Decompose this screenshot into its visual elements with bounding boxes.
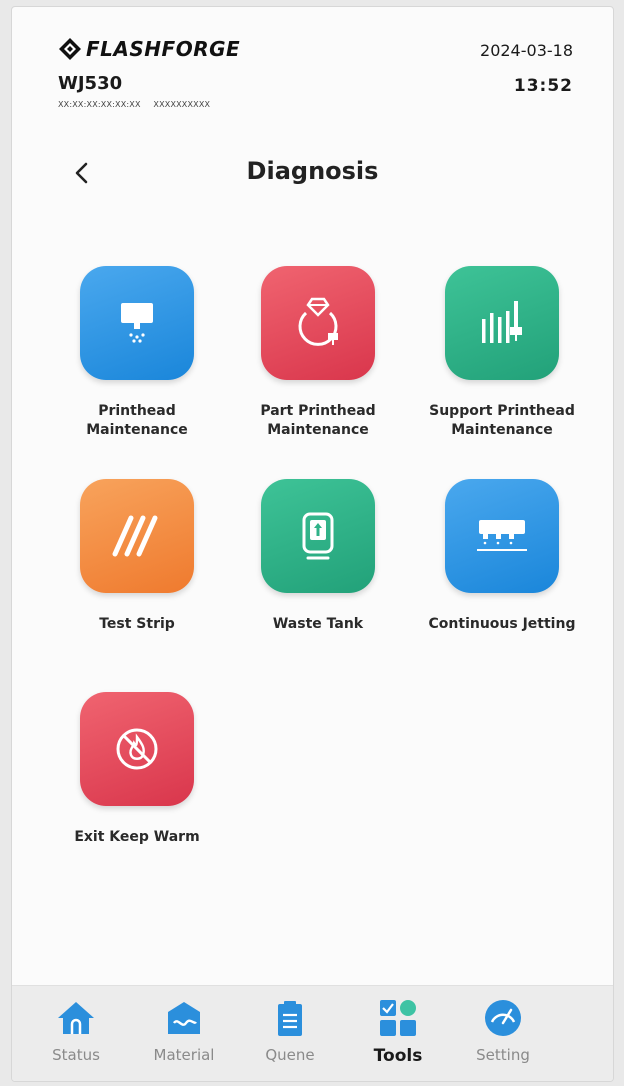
continuous-jetting-button[interactable]: Continuous Jetting: [422, 479, 582, 634]
test-strip-icon: [80, 479, 194, 593]
test-strip-button[interactable]: Test Strip: [57, 479, 217, 634]
tile-label-line1: Test Strip: [99, 616, 175, 632]
time-display: 13:52: [513, 76, 573, 96]
nav-item-setting[interactable]: Setting: [458, 998, 548, 1064]
tools-icon: [378, 998, 418, 1038]
nav-label-setting: Setting: [476, 1046, 530, 1064]
printhead-icon: [80, 266, 194, 380]
tile-label-line2: Maintenance: [451, 422, 553, 438]
tile-label-line2: Maintenance: [267, 422, 369, 438]
tile-label-line1: Part Printhead: [260, 403, 376, 419]
printhead-maintenance-button[interactable]: Printhead Maintenance: [57, 266, 217, 440]
nav-label-tools: Tools: [373, 1046, 423, 1066]
bottom-navigation: Status Material Quene Tools Setting: [12, 985, 613, 1081]
exit-keep-warm-icon: [80, 692, 194, 806]
home-icon: [56, 998, 96, 1038]
part-printhead-icon: [261, 266, 375, 380]
brand-name: FLASHFORGE: [86, 37, 241, 61]
nav-item-tools[interactable]: Tools: [353, 998, 443, 1066]
nav-item-material[interactable]: Material: [139, 998, 229, 1064]
gauge-icon: [483, 998, 523, 1038]
continuous-jetting-icon: [445, 479, 559, 593]
tile-label-line2: Maintenance: [86, 422, 188, 438]
nav-item-status[interactable]: Status: [31, 998, 121, 1064]
tile-label-line1: Support Printhead: [429, 403, 575, 419]
part-printhead-maintenance-button[interactable]: Part Printhead Maintenance: [238, 266, 398, 440]
queue-icon: [270, 998, 310, 1038]
serial-number: XXXXXXXXXX: [153, 100, 211, 109]
material-icon: [164, 998, 204, 1038]
exit-keep-warm-button[interactable]: Exit Keep Warm: [57, 692, 217, 847]
mac-address: XX:XX:XX:XX:XX:XX: [58, 100, 141, 109]
tile-label-line1: Waste Tank: [272, 616, 364, 632]
tile-label-line1: Exit Keep Warm: [74, 829, 200, 845]
status-header: FLASHFORGE WJ530 XX:XX:XX:XX:XX:XX XXXXX…: [12, 7, 613, 137]
tile-label-line1: Continuous Jetting: [428, 616, 576, 632]
tile-label-line1: Printhead: [98, 403, 176, 419]
nav-label-queue: Quene: [265, 1046, 315, 1064]
support-printhead-maintenance-button[interactable]: Support Printhead Maintenance: [422, 266, 582, 440]
device-ids: XX:XX:XX:XX:XX:XX XXXXXXXXXX: [58, 100, 210, 109]
support-printhead-icon: [445, 266, 559, 380]
waste-tank-icon: [261, 479, 375, 593]
waste-tank-button[interactable]: Waste Tank: [238, 479, 398, 634]
flashforge-logo-icon: [59, 38, 81, 60]
nav-item-queue[interactable]: Quene: [245, 998, 335, 1064]
nav-label-material: Material: [153, 1046, 215, 1064]
printer-model: WJ530: [58, 73, 123, 94]
nav-label-status: Status: [52, 1046, 100, 1064]
date-display: 2024-03-18: [480, 41, 573, 60]
diagnosis-screen: FLASHFORGE WJ530 XX:XX:XX:XX:XX:XX XXXXX…: [11, 6, 614, 1082]
page-title: Diagnosis: [246, 157, 379, 185]
brand-logo: FLASHFORGE: [58, 37, 240, 61]
